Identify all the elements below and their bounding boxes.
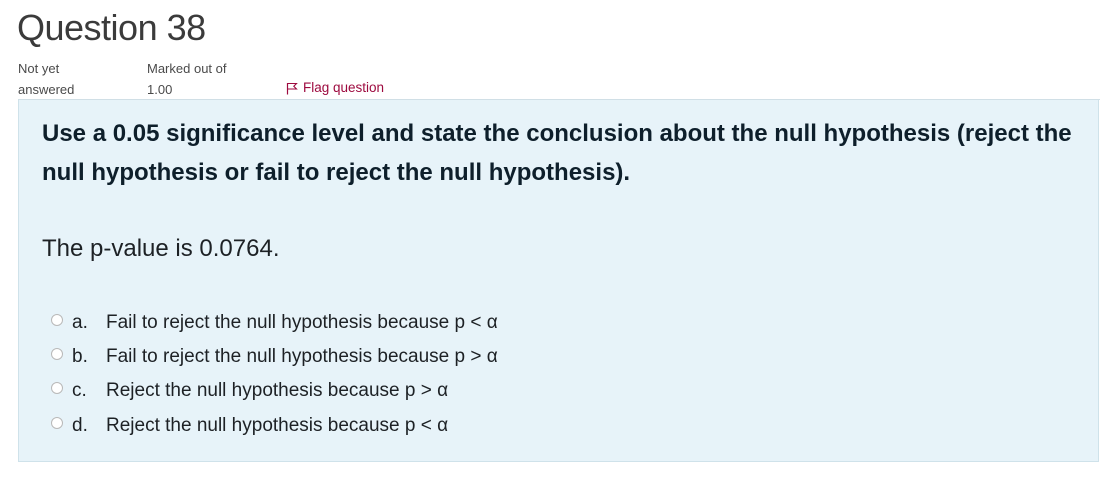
flag-icon [286,82,298,95]
answer-option-c[interactable]: c. Reject the null hypothesis because p … [51,374,448,408]
option-text-b: Fail to reject the null hypothesis becau… [106,346,498,367]
status-line-1: Not yet [18,61,60,76]
option-text-a: Fail to reject the null hypothesis becau… [106,312,498,333]
grade-value: 1.00 [147,82,173,97]
grade-label: Marked out of [147,61,227,76]
radio-button-d[interactable] [51,417,63,429]
option-letter-d: d. [72,415,88,436]
option-letter-a: a. [72,312,88,333]
question-text: Use a 0.05 significance level and state … [42,120,1072,186]
question-grade: Marked out of 1.00 [147,58,227,100]
radio-button-c[interactable] [51,382,63,394]
radio-button-a[interactable] [51,314,63,326]
status-line-2: answered [18,82,75,97]
answer-option-d[interactable]: d. Reject the null hypothesis because p … [51,409,448,443]
p-value-text: The p-value is 0.0764. [42,235,280,262]
option-letter-b: b. [72,346,88,367]
option-text-c: Reject the null hypothesis because p > α [106,380,449,401]
option-letter-c: c. [72,380,87,401]
flag-question-label: Flag question [303,80,385,95]
flag-question-link[interactable]: Flag question [286,79,384,97]
question-title: Question 38 [17,7,206,48]
question-status: Not yet answered [18,58,74,100]
answer-option-a[interactable]: a. Fail to reject the null hypothesis be… [51,306,498,340]
radio-button-b[interactable] [51,348,63,360]
quiz-page: Question 38 Not yet answered Marked out … [0,0,1100,493]
answer-option-b[interactable]: b. Fail to reject the null hypothesis be… [51,340,498,374]
question-content-box: Use a 0.05 significance level and state … [18,100,1099,462]
option-text-d: Reject the null hypothesis because p < α [106,415,449,436]
